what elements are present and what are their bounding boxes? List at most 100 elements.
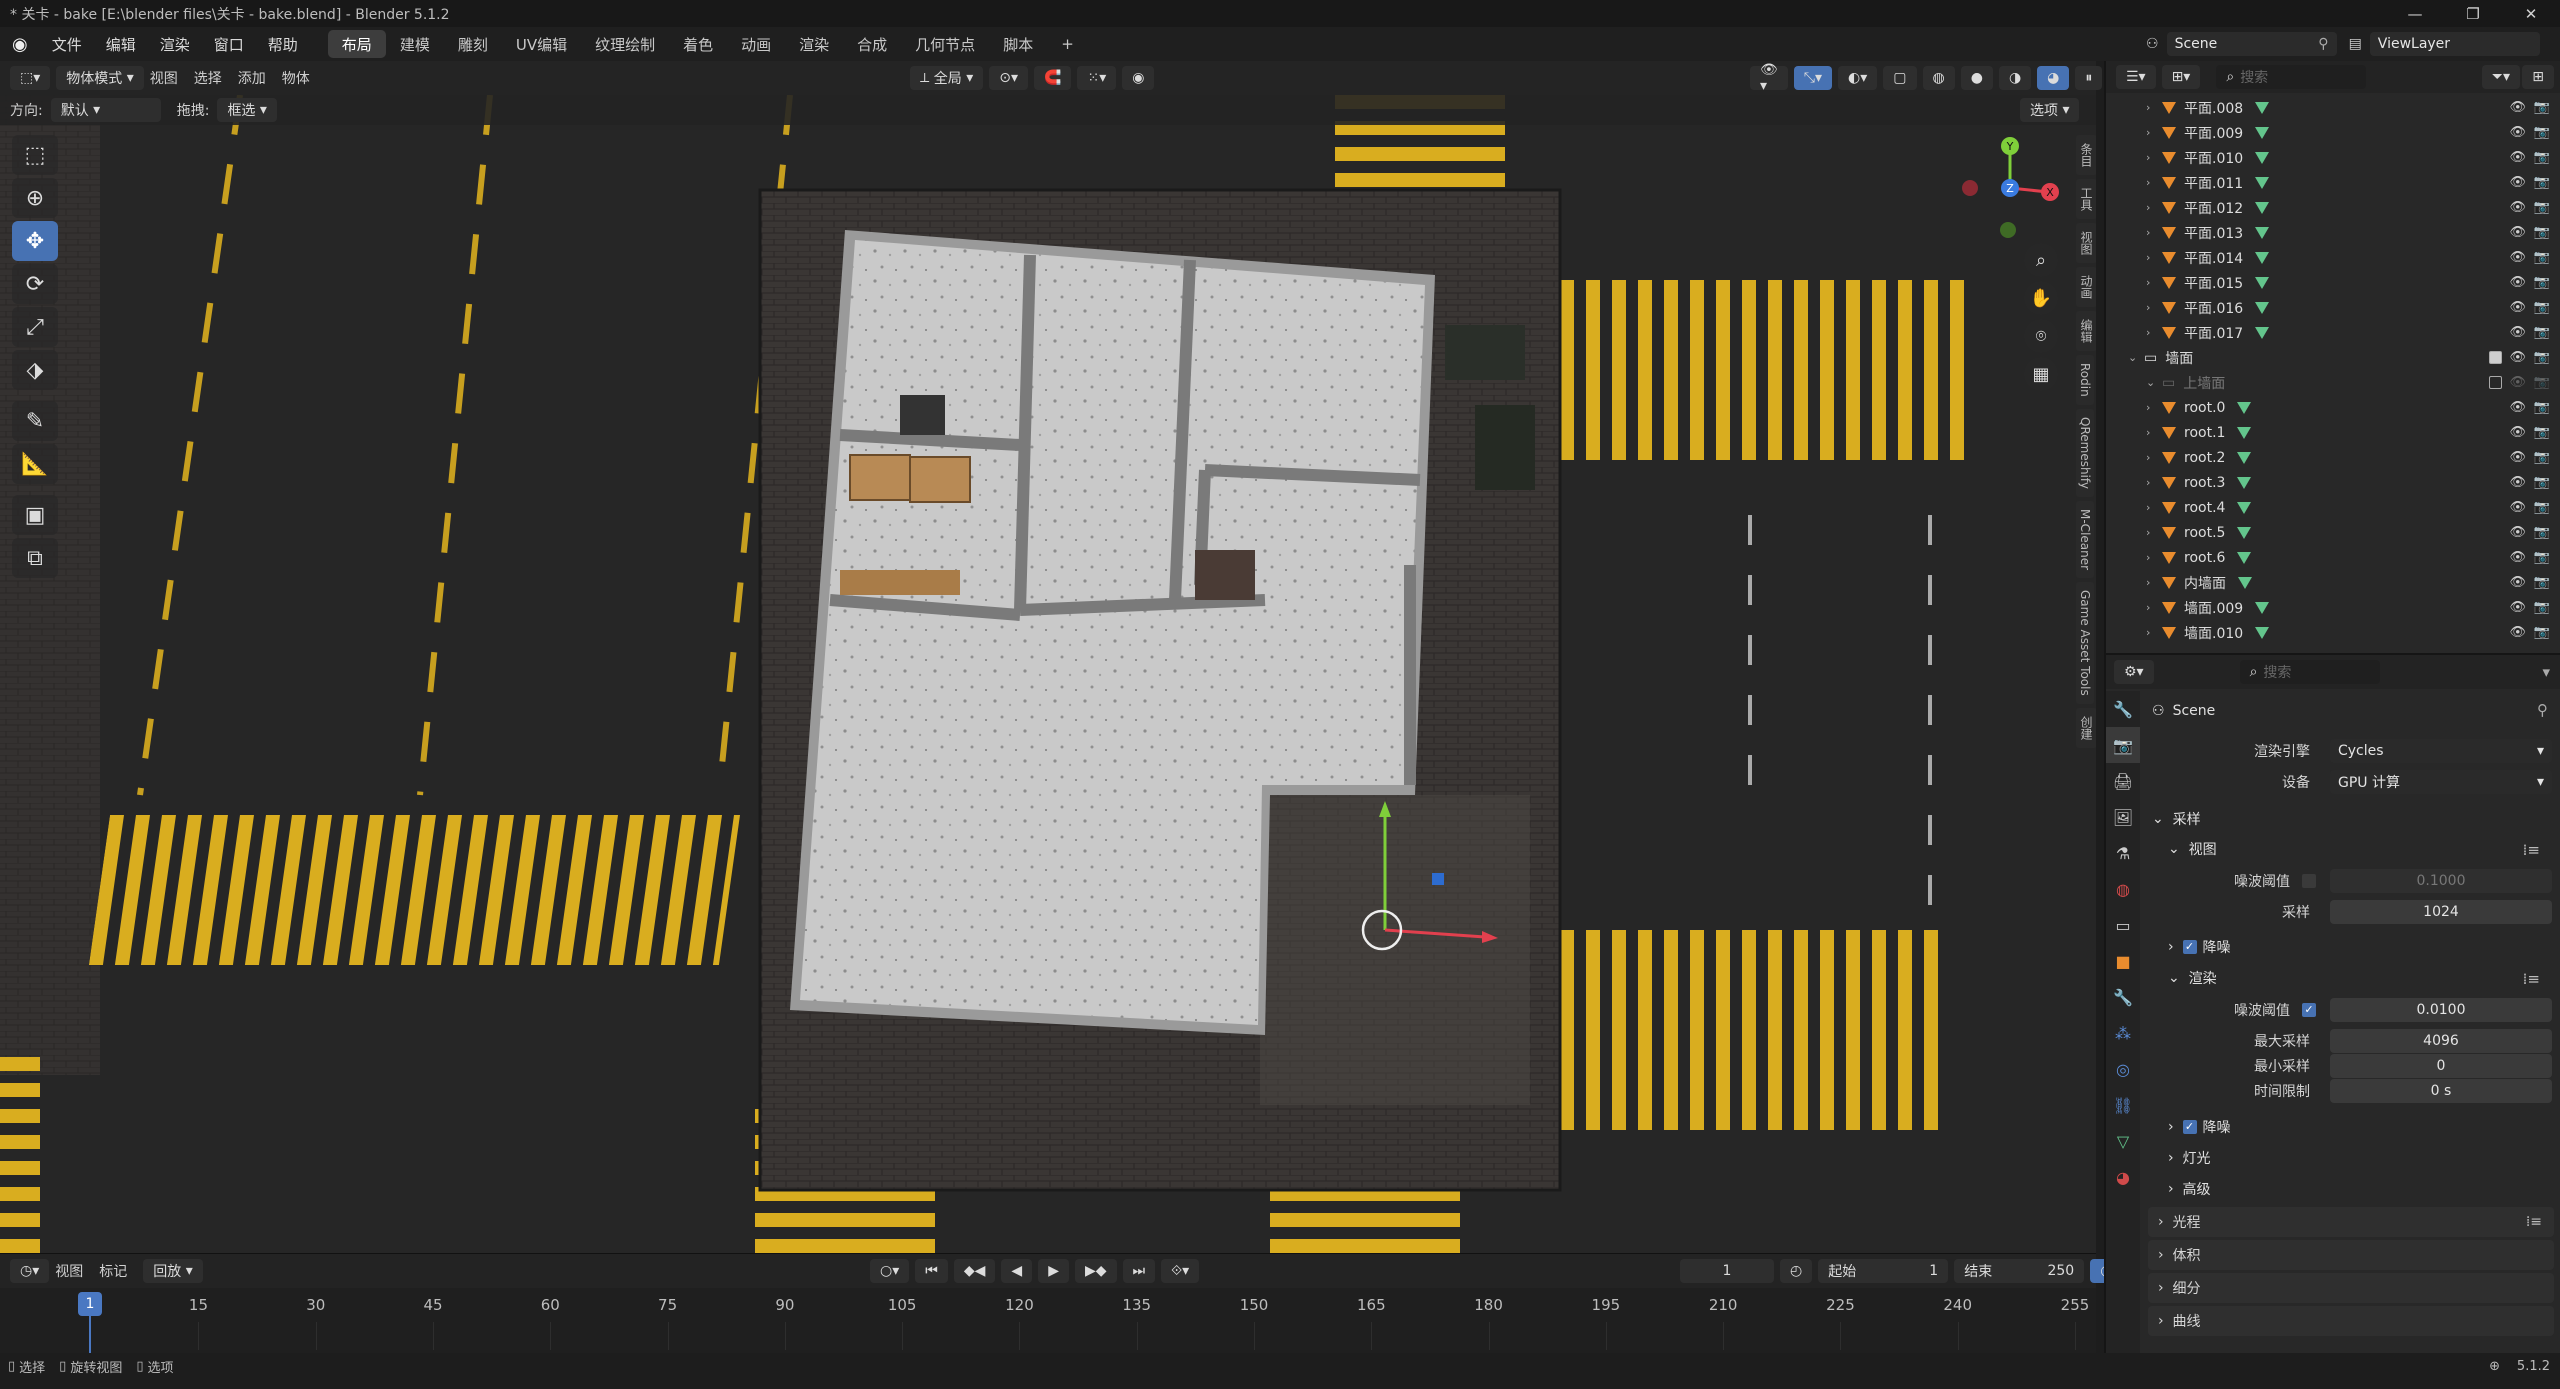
- render-camera-icon[interactable]: 📷: [2534, 575, 2550, 590]
- outliner-row[interactable]: › 内墙面 👁 📷: [2106, 570, 2560, 595]
- current-frame-field[interactable]: 1: [1680, 1259, 1774, 1283]
- render-camera-icon[interactable]: 📷: [2534, 125, 2550, 140]
- record-icon[interactable]: ○▾: [870, 1259, 910, 1283]
- physics-tab-icon[interactable]: ◎: [2106, 1051, 2140, 1087]
- viewport-denoise-checkbox[interactable]: ✓: [2182, 940, 2197, 954]
- grid-view-icon[interactable]: ▦: [2024, 357, 2058, 391]
- editor-type-icon[interactable]: ⬚▾: [10, 66, 51, 90]
- outliner-row[interactable]: › root.3 👁 📷: [2106, 470, 2560, 495]
- expand-arrow-icon[interactable]: ›: [2146, 101, 2162, 114]
- tab-scripting[interactable]: 脚本: [989, 30, 1047, 58]
- expand-arrow-icon[interactable]: ›: [2146, 426, 2162, 439]
- outliner-row[interactable]: › 平面.012 👁 📷: [2106, 195, 2560, 220]
- mesh-data-icon[interactable]: [2237, 426, 2252, 439]
- visibility-eye-icon[interactable]: 👁: [2509, 150, 2526, 165]
- play-icon[interactable]: ▶: [1038, 1259, 1069, 1283]
- outliner-row[interactable]: › root.2 👁 📷: [2106, 445, 2560, 470]
- view-layer-tab-icon[interactable]: 🖼: [2106, 799, 2140, 835]
- side-tab-edit[interactable]: 编辑: [2076, 311, 2096, 351]
- menu-view[interactable]: 视图: [150, 68, 178, 88]
- outliner-row[interactable]: › 平面.017 👁 📷: [2106, 320, 2560, 345]
- 3d-viewport[interactable]: ⬚ ⊕ ✥ ⟳ ⤢ ⬗ ✎ 📐 ▣ ⧉ Y X Z ⌕ ✋ ⌾ ▦ 条目 工具 …: [0, 95, 2096, 1253]
- light-paths-preset-icon[interactable]: ⁞≡: [2526, 1214, 2542, 1230]
- tab-sculpting[interactable]: 雕刻: [444, 30, 502, 58]
- shading-material-icon[interactable]: ◑: [1998, 66, 2032, 90]
- xray-icon[interactable]: ▢: [1883, 66, 1917, 90]
- scene-icon[interactable]: ⚇: [2146, 36, 2159, 52]
- viewport-denoise-header[interactable]: › ✓ 降噪: [2168, 933, 2231, 961]
- output-tab-icon[interactable]: 🖨: [2106, 763, 2140, 799]
- side-tab-rodin[interactable]: Rodin: [2076, 355, 2094, 405]
- outliner-row[interactable]: › root.0 👁 📷: [2106, 395, 2560, 420]
- visibility-eye-icon[interactable]: 👁: [2509, 275, 2526, 290]
- annotate-icon[interactable]: ✎: [12, 401, 58, 441]
- minimize-button[interactable]: —: [2386, 0, 2444, 27]
- exclude-checkbox[interactable]: [2489, 376, 2502, 389]
- lights-subpanel-header[interactable]: › 灯光: [2168, 1144, 2211, 1172]
- shading-wireframe-icon[interactable]: ◍: [1922, 66, 1955, 90]
- timeline-menu-playback[interactable]: 回放 ▾: [143, 1259, 203, 1283]
- menu-object[interactable]: 物体: [282, 68, 310, 88]
- expand-arrow-icon[interactable]: ›: [2146, 526, 2162, 539]
- outliner-row[interactable]: › 平面.016 👁 📷: [2106, 295, 2560, 320]
- tab-geometry-nodes[interactable]: 几何节点: [901, 30, 989, 58]
- tool-tab-icon[interactable]: 🔧: [2106, 691, 2140, 727]
- timeline-menu-view[interactable]: 视图: [55, 1261, 83, 1281]
- expand-arrow-icon[interactable]: ›: [2146, 251, 2162, 264]
- mesh-data-icon[interactable]: [2255, 276, 2270, 289]
- playhead[interactable]: 1: [78, 1292, 102, 1316]
- mesh-data-icon[interactable]: [2255, 326, 2270, 339]
- render-camera-icon[interactable]: 📷: [2534, 250, 2550, 265]
- render-camera-icon[interactable]: 📷: [2534, 175, 2550, 190]
- expand-arrow-icon[interactable]: ›: [2146, 451, 2162, 464]
- outliner-search[interactable]: ⌕ 搜索: [2216, 65, 2367, 89]
- orientation-default-dropdown[interactable]: 默认 ▾: [50, 98, 161, 122]
- add-cube-icon[interactable]: ▣: [12, 495, 58, 535]
- render-denoise-checkbox[interactable]: ✓: [2182, 1120, 2197, 1134]
- visibility-eye-icon[interactable]: 👁: [2509, 475, 2526, 490]
- side-tab-animation[interactable]: 动画: [2076, 267, 2096, 307]
- drag-dropdown[interactable]: 框选 ▾: [217, 98, 277, 122]
- visibility-eye-icon[interactable]: 👁: [2509, 350, 2526, 365]
- side-tab-m-cleaner[interactable]: M-Cleaner: [2076, 500, 2094, 578]
- visibility-eye-icon[interactable]: 👁: [2509, 325, 2526, 340]
- shading-solid-icon[interactable]: ●: [1960, 66, 1993, 90]
- visibility-eye-icon[interactable]: 👁: [2509, 375, 2526, 390]
- render-camera-icon[interactable]: 📷: [2534, 475, 2550, 490]
- outliner-row[interactable]: › 平面.010 👁 📷: [2106, 145, 2560, 170]
- visibility-eye-icon[interactable]: 👁: [2509, 250, 2526, 265]
- outliner-row[interactable]: › root.6 👁 📷: [2106, 545, 2560, 570]
- outliner-row[interactable]: › 平面.009 👁 📷: [2106, 120, 2560, 145]
- world-tab-icon[interactable]: ◍: [2106, 871, 2140, 907]
- render-camera-icon[interactable]: 📷: [2534, 275, 2550, 290]
- close-button[interactable]: ✕: [2502, 0, 2560, 27]
- outliner-row[interactable]: › 平面.015 👁 📷: [2106, 270, 2560, 295]
- pause-render-icon[interactable]: ⏸: [2075, 66, 2103, 90]
- render-camera-icon[interactable]: 📷: [2534, 600, 2550, 615]
- tab-texture-paint[interactable]: 纹理绘制: [581, 30, 669, 58]
- preset-icon[interactable]: ⁞≡: [2523, 841, 2540, 859]
- curves-panel-header[interactable]: › 曲线: [2148, 1306, 2554, 1336]
- menu-file[interactable]: 文件: [40, 27, 94, 61]
- visibility-eye-icon[interactable]: 👁: [2509, 575, 2526, 590]
- expand-arrow-icon[interactable]: ›: [2146, 201, 2162, 214]
- visibility-eye-icon[interactable]: 👁: [2509, 500, 2526, 515]
- render-camera-icon[interactable]: 📷: [2534, 500, 2550, 515]
- outliner-row[interactable]: › 平面.011 👁 📷: [2106, 170, 2560, 195]
- visibility-eye-icon[interactable]: 👁: [2509, 200, 2526, 215]
- viewport-subpanel-header[interactable]: ⌄ 视图: [2168, 835, 2217, 863]
- render-camera-icon[interactable]: 📷: [2534, 225, 2550, 240]
- mesh-data-icon[interactable]: [2255, 176, 2270, 189]
- outliner-row[interactable]: › 平面.013 👁 📷: [2106, 220, 2560, 245]
- mesh-data-icon[interactable]: [2255, 101, 2270, 114]
- side-tab-item[interactable]: 条目: [2076, 135, 2096, 175]
- shading-rendered-icon[interactable]: ◕: [2037, 66, 2070, 90]
- constraints-tab-icon[interactable]: ⛓: [2106, 1087, 2140, 1123]
- mesh-data-icon[interactable]: [2255, 251, 2270, 264]
- viewport-noise-field[interactable]: 0.1000: [2330, 869, 2552, 893]
- render-camera-icon[interactable]: 📷: [2534, 525, 2550, 540]
- expand-arrow-icon[interactable]: ›: [2146, 276, 2162, 289]
- scale-icon[interactable]: ⤢: [12, 307, 58, 347]
- sampling-panel-header[interactable]: ⌄ 采样: [2152, 805, 2201, 833]
- zoom-icon[interactable]: ⌕: [2024, 243, 2058, 277]
